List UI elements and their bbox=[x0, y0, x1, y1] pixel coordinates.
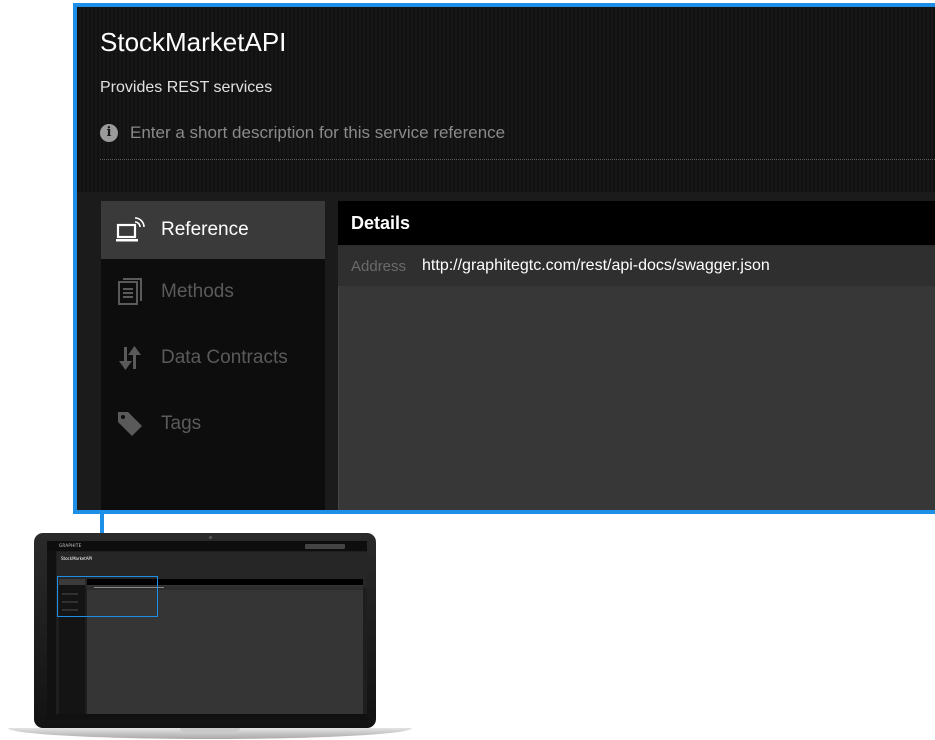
sidebar-item-label: Methods bbox=[161, 281, 234, 302]
methods-icon bbox=[115, 277, 145, 307]
mini-search bbox=[305, 544, 345, 549]
info-icon: i bbox=[100, 124, 118, 142]
sidebar-item-data-contracts[interactable]: Data Contracts bbox=[101, 325, 325, 391]
description-field[interactable]: i Enter a short description for this ser… bbox=[100, 123, 505, 143]
mini-sidebar bbox=[47, 551, 56, 720]
sidebar-item-label: Tags bbox=[161, 413, 202, 434]
address-row: Address http://graphitegtc.com/rest/api-… bbox=[338, 246, 935, 286]
description-placeholder[interactable]: Enter a short description for this servi… bbox=[130, 123, 505, 143]
service-title: StockMarketAPI bbox=[100, 27, 287, 57]
data-contracts-icon bbox=[115, 343, 145, 373]
details-body bbox=[338, 286, 935, 510]
service-header: StockMarketAPI Provides REST services i … bbox=[77, 7, 935, 192]
zoom-highlight bbox=[57, 576, 158, 617]
service-subtitle: Provides REST services bbox=[100, 79, 273, 96]
laptop-screen: GRAPHITE StockMarketAPI bbox=[47, 541, 367, 720]
reference-icon bbox=[115, 215, 145, 245]
address-value[interactable]: http://graphitegtc.com/rest/api-docs/swa… bbox=[422, 257, 770, 275]
address-label: Address bbox=[351, 257, 407, 275]
tag-icon bbox=[115, 409, 145, 439]
sidebar-item-tags[interactable]: Tags bbox=[101, 391, 325, 457]
divider bbox=[100, 159, 935, 160]
details-title: Details bbox=[338, 201, 935, 246]
mini-title: StockMarketAPI bbox=[61, 556, 93, 561]
zoom-callout: StockMarketAPI Provides REST services i … bbox=[73, 3, 935, 514]
sidebar-nav: Reference Methods Data Contracts Tags bbox=[101, 201, 325, 510]
sidebar-item-reference[interactable]: Reference bbox=[101, 201, 325, 259]
sidebar-item-label: Data Contracts bbox=[161, 347, 288, 368]
details-panel: Details Address http://graphitegtc.com/r… bbox=[338, 201, 935, 510]
sidebar-item-methods[interactable]: Methods bbox=[101, 259, 325, 325]
mini-brand: GRAPHITE bbox=[59, 543, 82, 548]
laptop-notch bbox=[180, 728, 240, 732]
mini-bottom-bar bbox=[47, 714, 367, 720]
camera-icon bbox=[209, 536, 212, 539]
sidebar-item-label: Reference bbox=[161, 219, 249, 240]
